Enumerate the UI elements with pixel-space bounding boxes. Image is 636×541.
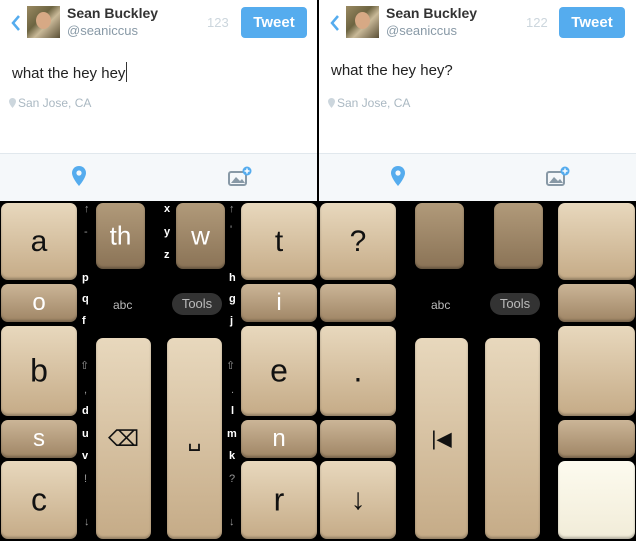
- add-photo-icon[interactable]: [228, 166, 252, 188]
- location-pin-icon: [328, 98, 335, 108]
- hint-p: p: [82, 272, 89, 284]
- key-blank[interactable]: [558, 203, 635, 280]
- hint-l: l: [231, 405, 235, 417]
- key-w[interactable]: w: [176, 203, 225, 269]
- hint-comma: ,: [84, 384, 88, 396]
- location-pin-icon[interactable]: [391, 166, 405, 186]
- avatar: [346, 6, 379, 38]
- space-key[interactable]: ␣: [167, 338, 222, 539]
- tools-button[interactable]: Tools: [490, 293, 540, 315]
- tweet-button[interactable]: Tweet: [559, 7, 625, 38]
- location-pin-icon: [9, 98, 16, 108]
- key-blank[interactable]: [320, 284, 396, 322]
- location-pin-icon[interactable]: [72, 166, 86, 186]
- key-th[interactable]: th: [96, 203, 145, 269]
- rewind-key[interactable]: |◀: [415, 338, 468, 539]
- avatar: [27, 6, 60, 38]
- tweet-text: what the hey hey: [12, 65, 126, 82]
- key-blank[interactable]: [558, 420, 635, 458]
- user-name: Sean Buckley: [67, 5, 159, 21]
- hint-z: z: [164, 249, 170, 261]
- key-blank[interactable]: [485, 338, 540, 539]
- hint-d: d: [82, 405, 89, 417]
- hint-down-arrow: ↓: [84, 516, 90, 528]
- back-chevron-icon[interactable]: [8, 12, 24, 34]
- hint-up-arrow: ↑: [229, 203, 235, 215]
- hint-question: ?: [229, 473, 236, 485]
- hint-m: m: [227, 428, 237, 440]
- key-blank[interactable]: [320, 420, 396, 458]
- key-b[interactable]: b: [1, 326, 77, 416]
- right-screen: Sean Buckley @seaniccus 122 Tweet what t…: [319, 0, 636, 541]
- hint-v: v: [82, 450, 89, 462]
- hint-u: u: [82, 428, 89, 440]
- left-screen: Sean Buckley @seaniccus 123 Tweet what t…: [0, 0, 317, 541]
- hint-h: h: [229, 272, 236, 284]
- user-handle: @seaniccus: [67, 23, 139, 38]
- space-icon: ␣: [187, 425, 202, 451]
- key-i[interactable]: i: [241, 284, 317, 322]
- hint-exclamation: !: [84, 473, 88, 485]
- add-photo-icon[interactable]: [546, 166, 570, 188]
- tweet-button[interactable]: Tweet: [241, 7, 307, 38]
- key-period[interactable]: .: [320, 326, 396, 416]
- compose-toolbar: [319, 153, 636, 201]
- location-label: San Jose, CA: [328, 96, 410, 110]
- back-chevron-icon[interactable]: [327, 12, 343, 34]
- tweet-text: what the hey hey?: [331, 62, 453, 79]
- key-s[interactable]: s: [1, 420, 77, 458]
- key-t[interactable]: t: [241, 203, 317, 280]
- key-blank[interactable]: [558, 326, 635, 416]
- key-c[interactable]: c: [1, 461, 77, 539]
- tweet-text-input[interactable]: what the hey hey?: [331, 62, 453, 79]
- hint-period: .: [231, 384, 235, 396]
- down-arrow-icon: ↓: [350, 483, 366, 516]
- hint-up-arrow: ↑: [84, 203, 90, 215]
- hint-j: j: [230, 315, 234, 327]
- backspace-icon: ⌫: [107, 425, 140, 451]
- shift-icon: ⇧: [80, 360, 90, 372]
- user-name: Sean Buckley: [386, 5, 478, 21]
- character-count: 122: [526, 15, 548, 30]
- key-r[interactable]: r: [241, 461, 317, 539]
- key-a[interactable]: a: [1, 203, 77, 280]
- tools-button[interactable]: Tools: [172, 293, 222, 315]
- key-n[interactable]: n: [241, 420, 317, 458]
- user-handle: @seaniccus: [386, 23, 458, 38]
- character-count: 123: [207, 15, 229, 30]
- key-down-arrow[interactable]: ↓: [320, 461, 396, 539]
- tweet-text-input[interactable]: what the hey hey: [12, 62, 128, 82]
- key-blank[interactable]: [494, 203, 543, 269]
- hint-g: g: [229, 293, 236, 305]
- compose-area: Sean Buckley @seaniccus 122 Tweet what t…: [319, 0, 636, 153]
- hint-dash: -: [84, 226, 88, 238]
- location-label: San Jose, CA: [9, 96, 91, 110]
- key-blank[interactable]: [558, 284, 635, 322]
- hint-apostrophe: ': [230, 224, 233, 236]
- hint-k: k: [229, 450, 236, 462]
- location-text: San Jose, CA: [337, 96, 411, 110]
- abc-label[interactable]: abc: [431, 298, 450, 312]
- backspace-key[interactable]: ⌫: [96, 338, 151, 539]
- rewind-icon: |◀: [431, 428, 452, 450]
- compose-toolbar: [0, 153, 317, 201]
- hint-f: f: [82, 315, 86, 327]
- hint-down-arrow: ↓: [229, 516, 235, 528]
- hint-y: y: [164, 226, 171, 238]
- shift-icon: ⇧: [226, 360, 236, 372]
- hint-x: x: [164, 203, 171, 215]
- text-cursor: [126, 62, 128, 82]
- key-blank[interactable]: [558, 461, 635, 539]
- location-text: San Jose, CA: [18, 96, 92, 110]
- abc-label[interactable]: abc: [113, 298, 132, 312]
- compose-area: Sean Buckley @seaniccus 123 Tweet what t…: [0, 0, 317, 153]
- hint-q: q: [82, 293, 89, 305]
- key-e[interactable]: e: [241, 326, 317, 416]
- key-question-mark[interactable]: ?: [320, 203, 396, 280]
- key-blank[interactable]: [415, 203, 464, 269]
- key-o[interactable]: o: [1, 284, 77, 322]
